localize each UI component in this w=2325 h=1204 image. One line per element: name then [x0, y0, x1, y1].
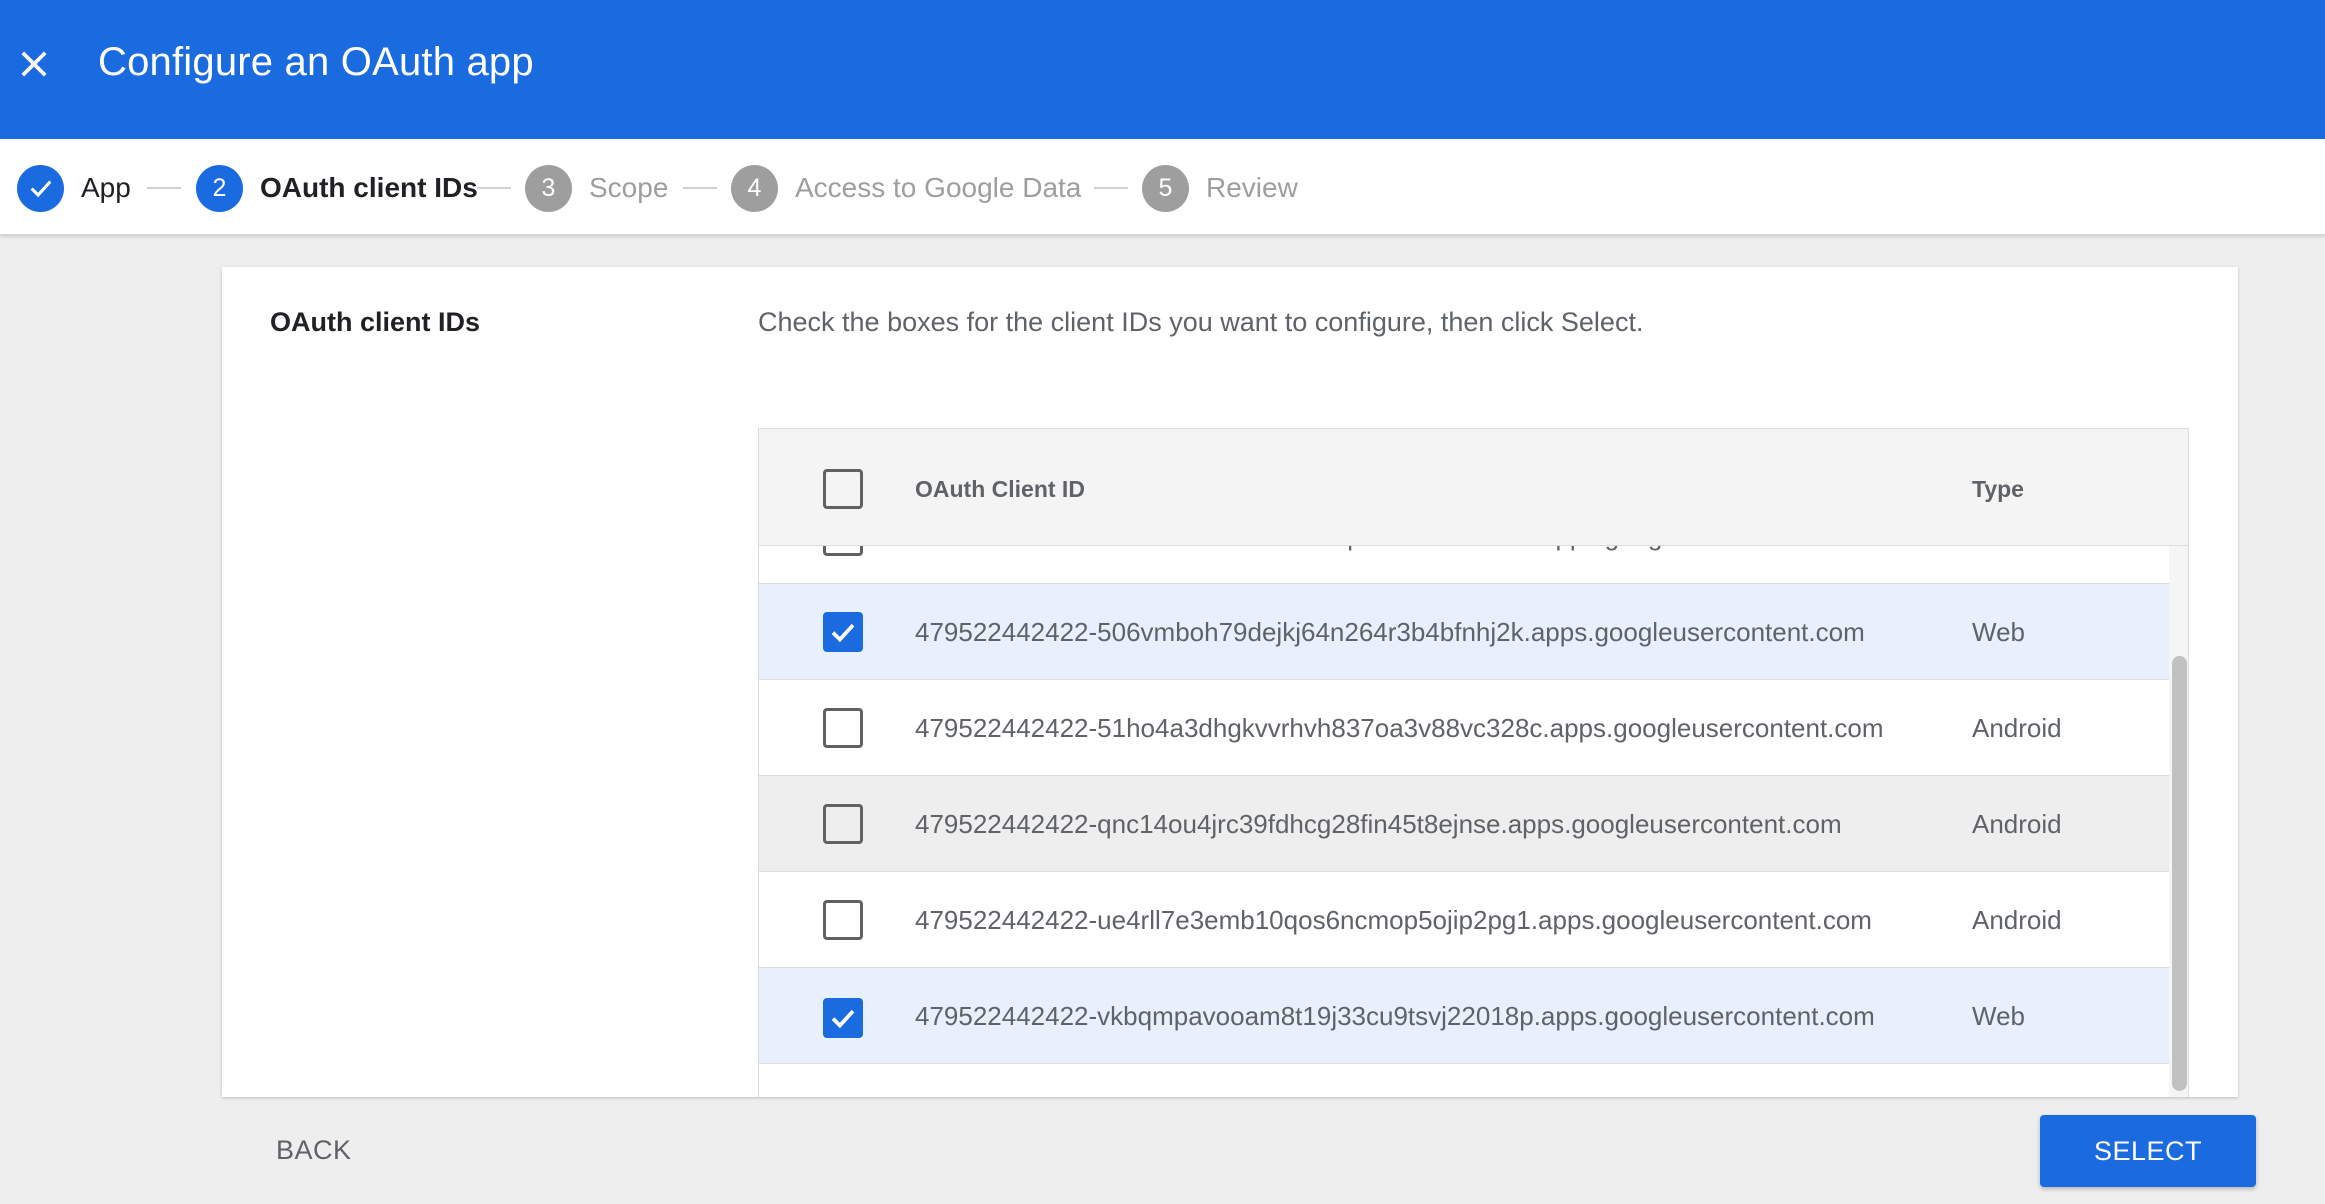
select-all-checkbox[interactable]	[823, 469, 863, 509]
check-icon	[831, 623, 855, 643]
step-divider	[1094, 187, 1128, 189]
table-row[interactable]: 479522442422-qnc14ou4jrc39fdhcg28fin45t8…	[759, 776, 2169, 872]
row-checkbox[interactable]	[823, 900, 863, 940]
type-cell: Android	[1972, 546, 2062, 552]
type-cell: Web	[1972, 617, 2025, 647]
column-header-type[interactable]: Type	[1972, 476, 2024, 503]
row-checkbox[interactable]	[823, 708, 863, 748]
step-oauth-client-ids[interactable]: 2 OAuth client IDs	[196, 164, 478, 212]
step-divider	[147, 187, 181, 189]
client-id-cell: 479522442422-227dhmuu5uiktucturop23b3057…	[915, 546, 1875, 552]
column-header-client-id[interactable]: OAuth Client ID	[915, 476, 1085, 503]
select-button[interactable]: SELECT	[2040, 1115, 2256, 1187]
page-title: Configure an OAuth app	[98, 40, 534, 84]
step-review[interactable]: 5 Review	[1142, 164, 1298, 212]
table-row[interactable]: 479522442422-506vmboh79dejkj64n264r3b4bf…	[759, 584, 2169, 680]
step-3-circle: 3	[525, 164, 572, 212]
client-id-cell: 479522442422-vkbqmpavooam8t19j33cu9tsvj2…	[915, 1001, 1875, 1031]
step-app[interactable]: App	[17, 164, 131, 212]
table-header: OAuth Client ID Type	[759, 429, 2188, 546]
table-row[interactable]: 479522442422-51ho4a3dhgkvvrhvh837oa3v88v…	[759, 680, 2169, 776]
step-label-app: App	[81, 172, 131, 203]
step-1-circle	[17, 164, 64, 212]
table-row[interactable]: 479522442422-227dhmuu5uiktucturop23b3057…	[759, 546, 2169, 584]
app-header: Configure an OAuth app	[0, 0, 2325, 139]
scrollbar-thumb[interactable]	[2172, 656, 2187, 1091]
step-divider	[477, 187, 511, 189]
type-cell: Android	[1972, 905, 2062, 935]
close-button[interactable]	[14, 44, 54, 84]
row-checkbox[interactable]	[823, 546, 863, 556]
check-icon	[831, 1009, 855, 1029]
row-checkbox[interactable]	[823, 612, 863, 652]
back-button[interactable]: BACK	[256, 1120, 372, 1180]
client-id-cell: 479522442422-qnc14ou4jrc39fdhcg28fin45t8…	[915, 809, 1842, 839]
client-id-cell: 479522442422-506vmboh79dejkj64n264r3b4bf…	[915, 617, 1865, 647]
step-2-circle: 2	[196, 164, 243, 212]
step-label-review: Review	[1206, 172, 1298, 203]
step-label-oauth-client-ids: OAuth client IDs	[260, 172, 478, 203]
type-cell: Web	[1972, 1001, 2025, 1031]
section-title: OAuth client IDs	[270, 307, 481, 337]
step-5-circle: 5	[1142, 164, 1189, 212]
client-id-cell: 479522442422-ue4rll7e3emb10qos6ncmop5oji…	[915, 905, 1872, 935]
stepper: App 2 OAuth client IDs 3 Scope 4 Access …	[0, 139, 2325, 235]
row-checkbox[interactable]	[823, 998, 863, 1038]
table-row[interactable]: 479522442422-vkbqmpavooam8t19j33cu9tsvj2…	[759, 968, 2169, 1064]
table-body: 479522442422-227dhmuu5uiktucturop23b3057…	[759, 546, 2169, 1097]
type-cell: Android	[1972, 713, 2062, 743]
close-icon[interactable]	[17, 47, 51, 81]
step-label-access: Access to Google Data	[795, 172, 1082, 203]
row-checkbox[interactable]	[823, 804, 863, 844]
table-scrollbar[interactable]	[2169, 546, 2188, 1097]
step-4-circle: 4	[731, 164, 778, 212]
check-icon	[30, 180, 51, 198]
content-card: OAuth client IDs Check the boxes for the…	[222, 267, 2238, 1097]
table-row[interactable]: 479522442422-ue4rll7e3emb10qos6ncmop5oji…	[759, 872, 2169, 968]
type-cell: Android	[1972, 809, 2062, 839]
step-access-to-google-data[interactable]: 4 Access to Google Data	[731, 164, 1082, 212]
step-divider	[683, 187, 717, 189]
instructions-text: Check the boxes for the client IDs you w…	[758, 307, 1644, 337]
step-label-scope: Scope	[589, 172, 669, 203]
step-scope[interactable]: 3 Scope	[525, 164, 669, 212]
client-id-cell: 479522442422-51ho4a3dhgkvvrhvh837oa3v88v…	[915, 713, 1884, 743]
client-ids-table: OAuth Client ID Type 479522442422-227dhm…	[758, 428, 2189, 1097]
